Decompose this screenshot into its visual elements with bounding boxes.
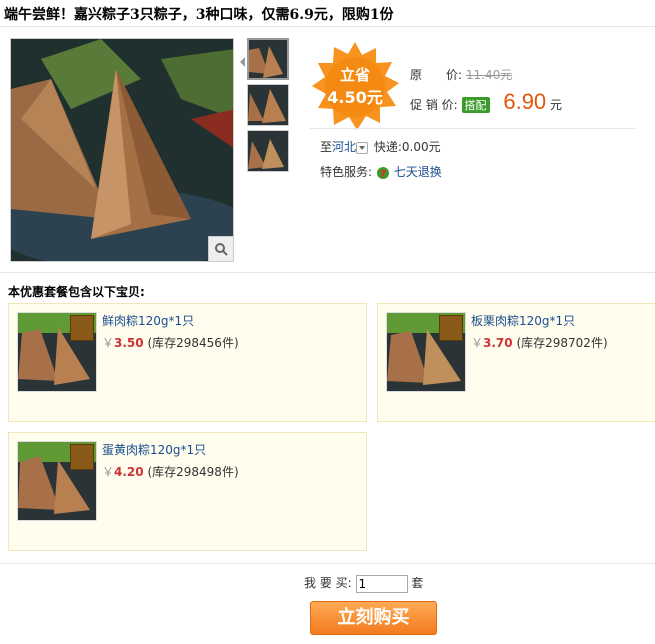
zongzi-photo	[11, 39, 233, 261]
promo-price-label: 促 销 价:	[410, 98, 458, 112]
seven-day-return-icon: 7	[376, 166, 390, 180]
item-stock: (库存298702件)	[516, 336, 608, 350]
item-price: 4.20	[114, 465, 144, 479]
zoom-icon[interactable]	[208, 236, 233, 261]
item-image[interactable]	[17, 312, 97, 392]
savings-label: 立省	[339, 66, 370, 84]
thumbnail-3[interactable]	[247, 130, 289, 172]
brand-logo	[70, 315, 94, 341]
thumbnail-1[interactable]	[247, 38, 289, 80]
bottom-divider	[0, 563, 655, 564]
combo-tag: 搭配	[461, 97, 490, 113]
package-item-card: 板栗肉粽120g*1只 ￥3.70 (库存298702件)	[377, 303, 655, 422]
section-divider	[0, 272, 655, 273]
quantity-unit: 套	[411, 576, 424, 590]
item-price: 3.70	[483, 336, 513, 350]
shipping-destination[interactable]: 河北	[332, 140, 356, 154]
package-item-card: 鲜肉粽120g*1只 ￥3.50 (库存298456件)	[8, 303, 367, 422]
promo-price-unit: 元	[550, 98, 563, 112]
item-currency: ￥	[471, 336, 484, 350]
product-main-image[interactable]	[10, 38, 234, 262]
package-item-card: 蛋黄肉粽120g*1只 ￥4.20 (库存298498件)	[8, 432, 367, 551]
item-name[interactable]: 鲜肉粽120g*1只	[102, 312, 194, 329]
chevron-down-icon[interactable]	[356, 141, 369, 154]
original-price-label: 原 价:	[410, 68, 463, 82]
thumbnail-2[interactable]	[247, 84, 289, 126]
page-title: 端午尝鲜！嘉兴粽子3只粽子，3种口味，仅需6.9元，限购1份	[4, 7, 394, 23]
promo-price-value: 6.90	[503, 89, 547, 114]
shipping-dest-prefix: 至	[320, 140, 333, 154]
item-stock: (库存298456件)	[147, 336, 239, 350]
quantity-label: 我 要 买:	[304, 576, 352, 590]
brand-logo	[439, 315, 463, 341]
shipping-fee: 快递:0.00元	[373, 140, 441, 154]
item-name[interactable]: 蛋黄肉粽120g*1只	[102, 441, 206, 458]
item-image[interactable]	[386, 312, 466, 392]
item-stock: (库存298498件)	[147, 465, 239, 479]
item-currency: ￥	[102, 336, 115, 350]
savings-amount: 4.50元	[327, 88, 383, 107]
item-name[interactable]: 板栗肉粽120g*1只	[471, 312, 575, 329]
quantity-input[interactable]	[355, 574, 408, 593]
item-image[interactable]	[17, 441, 97, 521]
title-divider	[0, 26, 655, 27]
buy-now-button[interactable]: 立刻购买	[310, 601, 437, 635]
item-price: 3.50	[114, 336, 144, 350]
savings-badge: 立省 4.50元	[310, 42, 400, 132]
thumbnail-pointer	[240, 57, 245, 67]
svg-text:7: 7	[379, 169, 386, 180]
package-section-title: 本优惠套餐包含以下宝贝:	[8, 285, 145, 299]
item-currency: ￥	[102, 465, 115, 479]
brand-logo	[70, 444, 94, 470]
original-price-value: 11.40元	[465, 68, 513, 82]
service-label: 特色服务:	[320, 165, 373, 179]
price-divider	[310, 128, 635, 129]
service-value[interactable]: 七天退换	[394, 165, 442, 179]
